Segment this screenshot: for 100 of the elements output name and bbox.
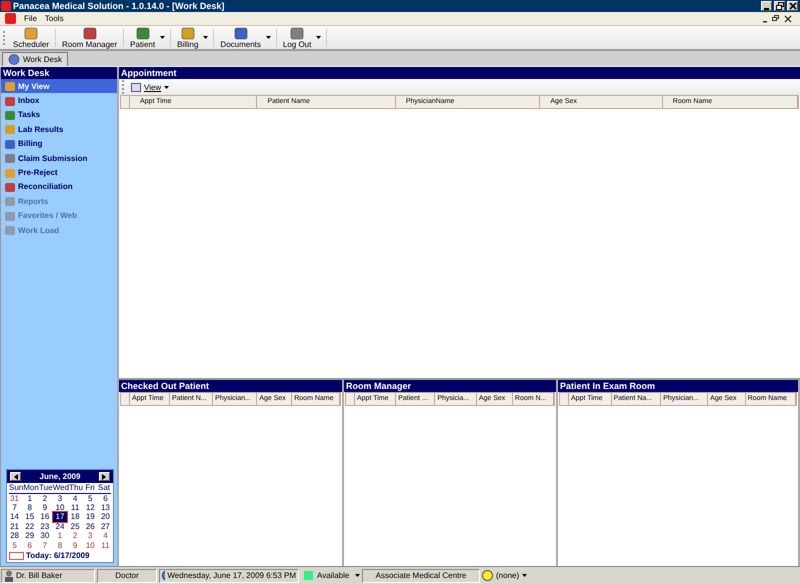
app-logo-icon: [5, 13, 16, 24]
calendar-day[interactable]: 12: [84, 502, 97, 512]
calendar-day[interactable]: 26: [84, 522, 97, 532]
caret-icon: [164, 86, 170, 88]
window-title: Panacea Medical Solution - 1.0.14.0 - [Work Desk]: [13, 1, 224, 11]
role-status-panel: Doctor: [97, 568, 157, 582]
calendar-day[interactable]: 14: [8, 512, 22, 522]
next-month-button[interactable]: [98, 472, 110, 482]
document-tab[interactable]: Work Desk: [2, 52, 68, 66]
calendar-day[interactable]: 11: [98, 540, 112, 550]
item-icon: [4, 224, 16, 236]
calendar-day[interactable]: 27: [98, 522, 112, 532]
user-icon: [4, 570, 14, 582]
weekday-label: Wed: [52, 483, 70, 493]
weekday-label: Sat: [97, 483, 111, 493]
item-icon: [4, 123, 16, 136]
sidebar-item[interactable]: Tasks: [1, 108, 117, 122]
close-icon: [788, 2, 796, 10]
calendar-day[interactable]: 23: [38, 522, 52, 532]
sidebar-item[interactable]: Pre-Reject: [1, 165, 117, 180]
menu-item[interactable]: Tools: [44, 14, 64, 23]
calendar-day[interactable]: 2: [38, 494, 52, 503]
calendar-day[interactable]: 25: [68, 522, 82, 532]
close-button[interactable]: [787, 1, 798, 11]
calendar-day[interactable]: 13: [98, 502, 112, 512]
globe-icon: [8, 54, 20, 65]
panel-header: Work Desk: [1, 67, 117, 79]
toolbar-button[interactable]: Patient: [127, 26, 158, 48]
previous-month-button[interactable]: [10, 472, 21, 482]
weekday-label: Thu: [69, 483, 84, 493]
caret-icon[interactable]: [522, 574, 528, 577]
child-window-controls-icon[interactable]: [762, 14, 792, 22]
toolbar-button[interactable]: Billing: [174, 26, 202, 48]
left-arrow-icon: [14, 474, 18, 480]
calendar-day[interactable]: 9: [68, 540, 82, 550]
calendar-day[interactable]: 28: [8, 531, 22, 541]
toolbar-icon: [234, 26, 248, 40]
toolbar-icon: [136, 26, 150, 40]
menu-item[interactable]: File: [24, 14, 37, 23]
sidebar-item[interactable]: Inbox: [1, 93, 117, 108]
item-icon: [4, 166, 16, 179]
calendar-day[interactable]: 1: [53, 531, 67, 541]
calendar-day[interactable]: 15: [23, 512, 36, 522]
calendar-day[interactable]: 16: [38, 512, 52, 522]
app-logo-icon: [1, 1, 11, 11]
calendar-day[interactable]: 9: [38, 502, 52, 512]
calendar-day[interactable]: 3: [84, 531, 97, 541]
panel-header: Appointment: [119, 67, 800, 79]
calendar-day[interactable]: 5: [84, 494, 97, 503]
today-link[interactable]: Today: 6/17/2009: [26, 551, 90, 560]
sidebar-item[interactable]: Billing: [1, 136, 117, 151]
toolbar-icon: [290, 26, 304, 40]
panel-header: Room Manager: [344, 380, 556, 392]
calendar-day[interactable]: 10: [84, 540, 97, 550]
availability-label[interactable]: Available: [317, 571, 350, 580]
calendar-day[interactable]: 10: [53, 502, 67, 512]
calendar-day[interactable]: 1: [23, 494, 36, 503]
calendar-day[interactable]: 17: [53, 512, 67, 522]
toolbar-button[interactable]: Scheduler: [10, 26, 52, 48]
calendar-day[interactable]: 31: [8, 494, 22, 503]
minimize-button[interactable]: [761, 1, 772, 11]
calendar-day[interactable]: 20: [98, 512, 112, 522]
view-button[interactable]: View: [129, 82, 172, 92]
calendar-day[interactable]: 7: [8, 502, 22, 512]
calendar-day[interactable]: 24: [53, 522, 67, 532]
calendar-day[interactable]: 6: [23, 540, 36, 550]
availability-icon: [304, 571, 313, 580]
calendar-day[interactable]: 21: [8, 522, 22, 532]
calendar-day[interactable]: 4: [98, 531, 112, 541]
weekday-label: Sun: [9, 483, 24, 493]
calendar-day[interactable]: 4: [68, 494, 82, 503]
status-dropdown-label[interactable]: (none): [496, 571, 520, 580]
calendar-day[interactable]: 8: [53, 540, 67, 550]
toolbar-button[interactable]: Room Manager: [59, 26, 120, 48]
restore-button[interactable]: [774, 1, 785, 11]
caret-icon[interactable]: [355, 574, 360, 577]
calendar-day[interactable]: 8: [23, 502, 36, 512]
calendar-day[interactable]: 2: [68, 531, 82, 541]
item-icon: [4, 152, 16, 164]
toolbar-button[interactable]: Log Out: [280, 26, 314, 48]
user-status-panel: Dr. Bill Baker: [1, 568, 95, 582]
calendar-day[interactable]: 18: [68, 512, 82, 522]
calendar-day[interactable]: 3: [53, 494, 67, 503]
calendar-title: June, 2009: [40, 472, 80, 482]
sidebar-item[interactable]: Lab Results: [1, 122, 117, 137]
calendar-day[interactable]: 11: [68, 502, 82, 512]
sidebar-item[interactable]: My View: [1, 79, 117, 94]
toolbar-button[interactable]: Documents: [217, 26, 264, 48]
sidebar-item[interactable]: Claim Submission: [1, 150, 117, 166]
calendar-day[interactable]: 5: [8, 540, 22, 550]
calendar-day[interactable]: 22: [23, 522, 36, 532]
item-icon: [4, 180, 16, 193]
calendar-day[interactable]: 19: [84, 512, 97, 522]
calendar-day[interactable]: 30: [38, 531, 52, 541]
calendar-day[interactable]: 7: [38, 540, 52, 550]
toolbar-icon: [180, 26, 195, 40]
sidebar-item[interactable]: Reconciliation: [1, 180, 117, 194]
calendar-day[interactable]: 29: [23, 531, 36, 541]
calendar-day[interactable]: 6: [98, 494, 112, 503]
weekday-label: Mon: [23, 483, 39, 493]
